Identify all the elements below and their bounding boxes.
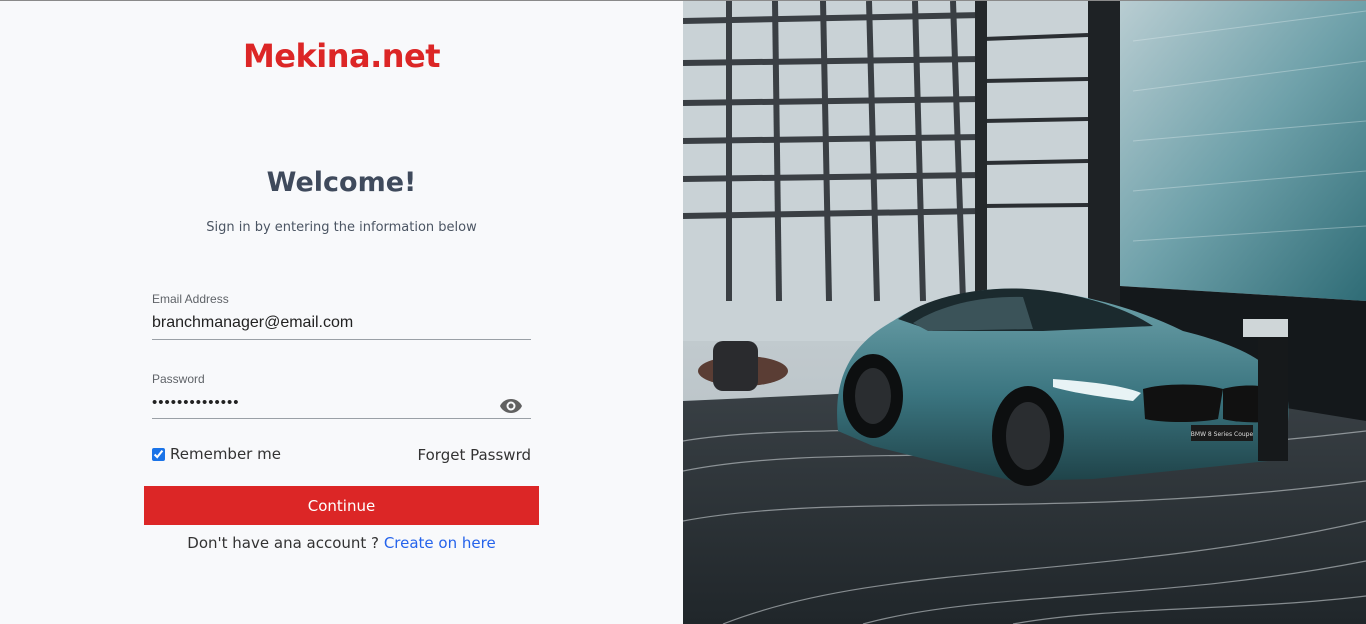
continue-button[interactable]: Continue (144, 486, 539, 525)
car-showroom-photo: BMW 8 Series Coupe (683, 1, 1366, 624)
brand-logo[interactable]: Mekina.net (0, 37, 683, 75)
remember-me-checkbox[interactable] (152, 447, 165, 461)
forgot-password-link[interactable]: Forget Passwrd (418, 446, 531, 464)
eye-icon[interactable] (499, 394, 523, 418)
email-field-group: Email Address (152, 292, 531, 340)
email-input[interactable] (152, 311, 531, 340)
page-subtitle: Sign in by entering the information belo… (206, 220, 477, 235)
signup-prompt-text: Don't have ana account ? (187, 534, 380, 552)
password-label: Password (152, 372, 205, 386)
login-panel: Mekina.net Welcome! Sign in by entering … (0, 1, 683, 624)
password-field-group: Password (152, 372, 531, 419)
license-plate: BMW 8 Series Coupe (1191, 431, 1254, 438)
password-input[interactable] (152, 391, 531, 419)
remember-me-label: Remember me (170, 445, 281, 463)
email-label: Email Address (152, 292, 229, 306)
hero-image: BMW 8 Series Coupe (683, 1, 1366, 624)
signup-prompt: Don't have ana account ? Create on here (0, 534, 683, 552)
signup-link[interactable]: Create on here (384, 534, 496, 552)
page-title: Welcome! (266, 167, 417, 198)
remember-me[interactable]: Remember me (152, 445, 281, 463)
